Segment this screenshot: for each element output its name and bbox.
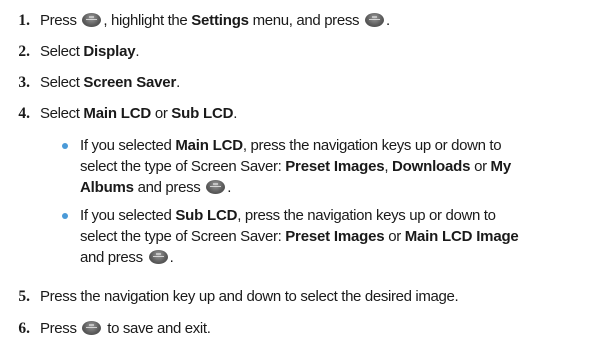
step-text: Press the navigation key up and down to …: [40, 288, 459, 305]
step-number: 2.: [18, 43, 30, 60]
bullet-item-main-lcd: If you selected Main LCD, press the navi…: [40, 136, 580, 200]
step-text: Press , highlight the Settings menu, and…: [40, 12, 390, 29]
step-text: Select Screen Saver.: [40, 74, 180, 91]
step-text: Press to save and exit.: [40, 320, 211, 337]
menu-ok-key-icon: [206, 180, 226, 194]
menu-ok-key-icon: [82, 13, 102, 27]
bullet-line: If you selected Sub LCD, press the navig…: [80, 207, 496, 224]
step-text: Select Display.: [40, 43, 140, 60]
bullet-line: and press .: [80, 249, 174, 266]
step-text: Select Main LCD or Sub LCD.: [40, 105, 238, 122]
step-number: 1.: [18, 12, 30, 29]
menu-ok-key-icon: [148, 250, 168, 264]
bullet-line: Albums and press .: [80, 179, 232, 196]
bullet-icon: [62, 143, 68, 149]
step-number: 4.: [18, 105, 30, 122]
menu-ok-key-icon: [82, 321, 102, 335]
step-number: 6.: [18, 320, 30, 337]
step-number: 3.: [18, 74, 30, 91]
step-number: 5.: [18, 288, 30, 305]
bullet-item-sub-lcd: If you selected Sub LCD, press the navig…: [40, 206, 580, 270]
bullet-line: select the type of Screen Saver: Preset …: [80, 158, 511, 175]
bullet-line: select the type of Screen Saver: Preset …: [80, 228, 519, 245]
bullet-icon: [62, 213, 68, 219]
menu-ok-key-icon: [364, 13, 384, 27]
bullet-line: If you selected Main LCD, press the navi…: [80, 137, 502, 154]
